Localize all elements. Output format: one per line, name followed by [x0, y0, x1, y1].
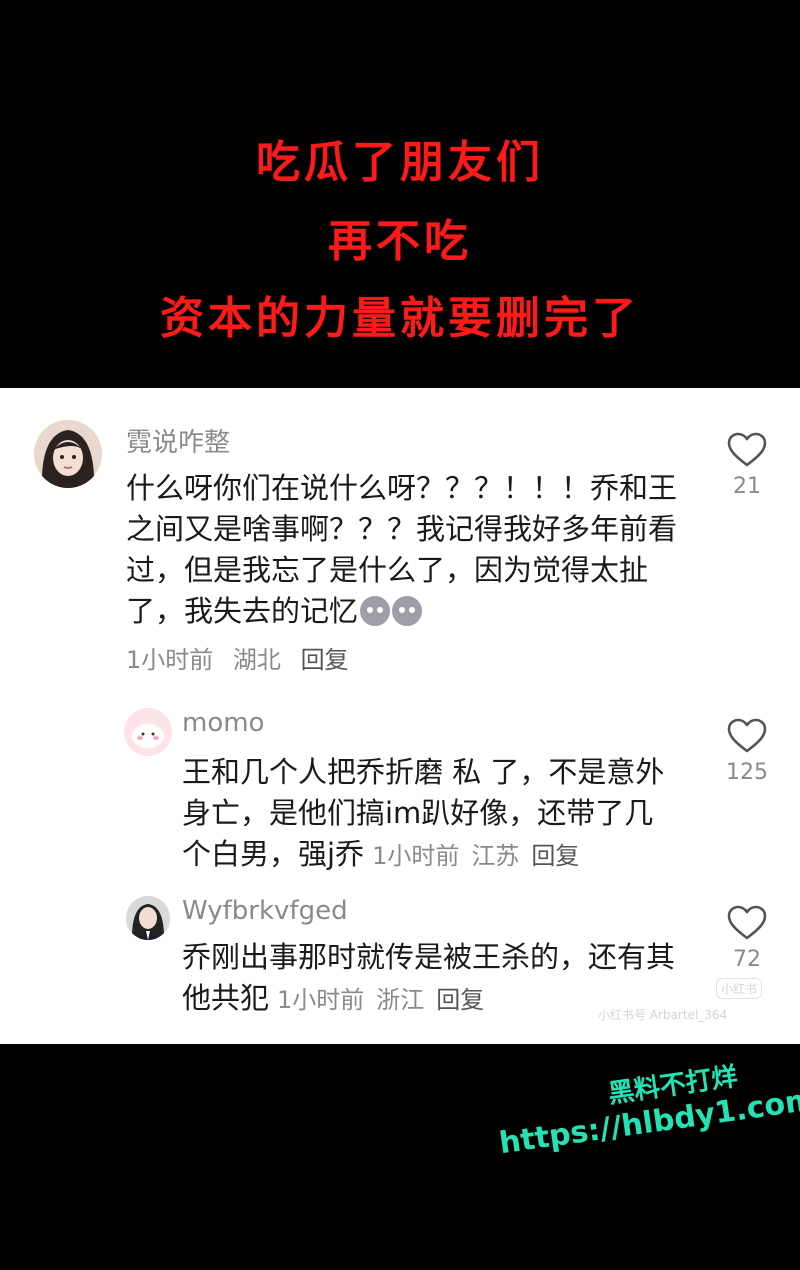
heart-outline-icon — [727, 905, 767, 940]
heart-outline-icon — [727, 432, 767, 467]
like-button[interactable]: 125 — [717, 718, 777, 785]
like-button[interactable]: 72 — [717, 905, 777, 972]
comment-username[interactable]: Wyfbrkvfged — [182, 896, 348, 926]
reply-button[interactable]: 回复 — [436, 986, 484, 1014]
platform-watermark: 小红书 — [716, 978, 763, 999]
like-button[interactable]: 21 — [717, 432, 777, 499]
sad-face-emoji-icon — [392, 596, 423, 626]
like-count: 125 — [726, 760, 768, 785]
comment-text: 王和几个人把乔折磨 私 了，不是意外身亡，是他们搞im趴好像，还带了几个白男，强… — [182, 752, 682, 877]
comment-location: 江苏 — [471, 842, 520, 870]
sad-face-emoji-icon — [360, 596, 391, 626]
platform-id-watermark: 小红书号 Arbartel_364 — [598, 1008, 728, 1022]
comment-meta: 1小时前 江苏 回复 — [372, 842, 579, 870]
headline-line-1: 吃瓜了朋友们 — [256, 137, 544, 188]
reply-button[interactable]: 回复 — [301, 646, 349, 674]
comment-username[interactable]: 霓说咋整 — [126, 422, 230, 459]
comment-location: 湖北 — [232, 646, 281, 674]
comment-meta: 1小时前 浙江 回复 — [277, 986, 484, 1014]
avatar[interactable] — [34, 420, 102, 488]
comment-time: 1小时前 — [372, 842, 460, 870]
comment-meta: 1小时前 湖北 回复 — [126, 640, 349, 675]
comment-username[interactable]: momo — [182, 708, 264, 738]
avatar[interactable] — [124, 708, 172, 756]
like-count: 21 — [733, 474, 761, 499]
headline-line-2: 再不吃 — [328, 216, 472, 267]
headline-line-3: 资本的力量就要删完了 — [160, 293, 640, 344]
comment-time: 1小时前 — [126, 646, 214, 674]
heart-outline-icon — [727, 718, 767, 753]
site-watermark: 黑料不打烊 https://hlbdy1.com — [492, 1046, 800, 1161]
comment-text: 什么呀你们在说什么呀？？？！！！乔和王之间又是啥事啊？？？我记得我好多年前看过，… — [126, 468, 696, 632]
reply-button[interactable]: 回复 — [531, 842, 579, 870]
comment-location: 浙江 — [376, 986, 425, 1014]
like-count: 72 — [733, 947, 761, 972]
comment-time: 1小时前 — [277, 986, 365, 1014]
avatar[interactable] — [126, 896, 170, 940]
